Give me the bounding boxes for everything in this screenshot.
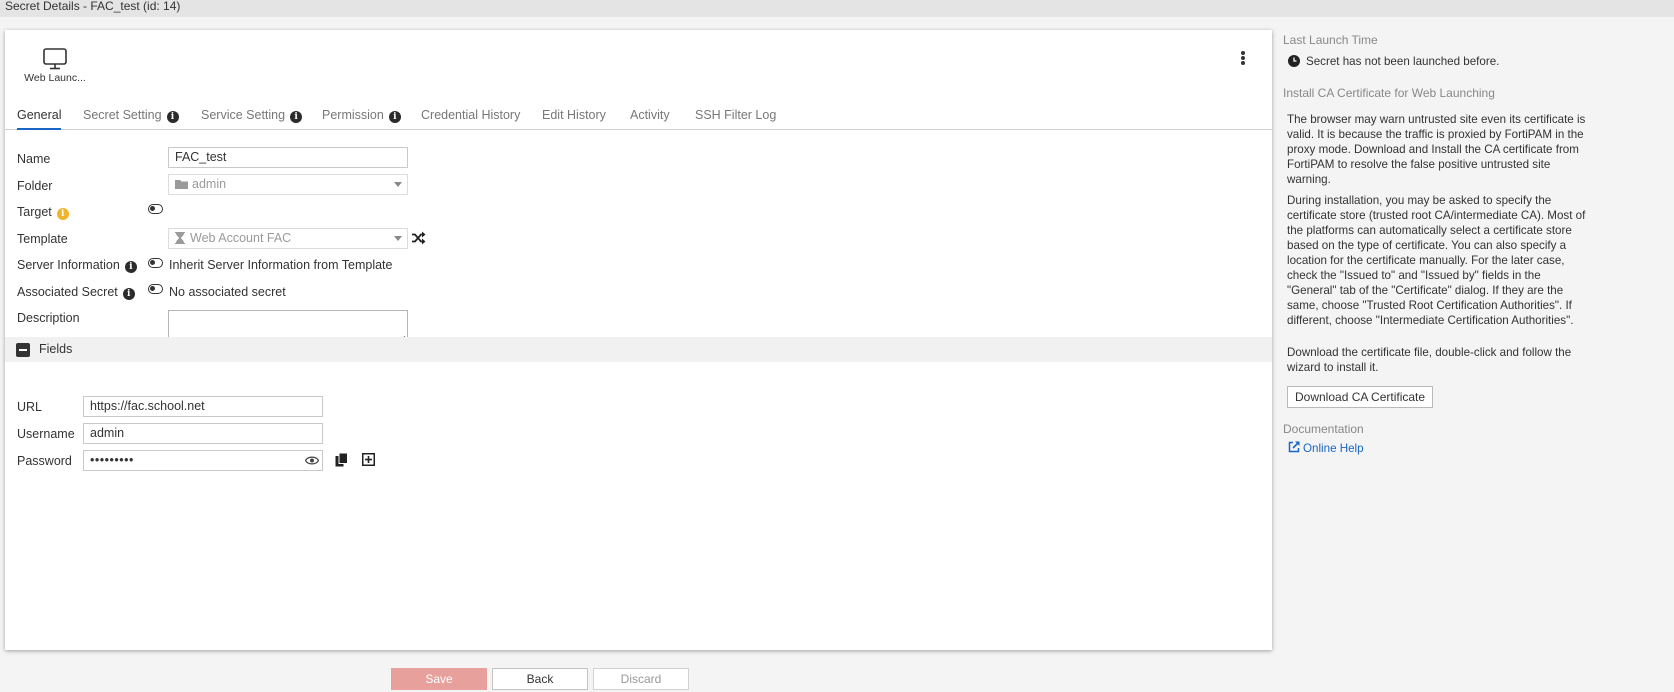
name-label: Name — [17, 152, 51, 166]
tab-general-label: General — [17, 108, 62, 122]
name-input[interactable]: FAC_test — [168, 147, 408, 168]
add-box-icon[interactable] — [362, 453, 375, 466]
monitor-icon — [43, 48, 67, 70]
secret-details-panel: Web Launc... General Secret Setting i Ser… — [5, 30, 1272, 650]
tab-edit-history[interactable]: Edit History — [542, 105, 606, 130]
save-button[interactable]: Save — [391, 668, 487, 690]
last-launch-row: Secret has not been launched before. — [1288, 54, 1499, 69]
server-information-label: Server Information i — [17, 258, 137, 273]
tab-secret-setting-label: Secret Setting — [83, 108, 162, 122]
fields-section-header: Fields — [5, 337, 1272, 362]
documentation-heading: Documentation — [1283, 422, 1364, 436]
tab-secret-setting[interactable]: Secret Setting i — [83, 105, 179, 130]
password-label: Password — [17, 454, 72, 468]
shuffle-icon[interactable] — [412, 231, 426, 245]
target-label-text: Target — [17, 205, 52, 219]
folder-icon — [175, 180, 188, 189]
ca-paragraph-2: During installation, you may be asked to… — [1287, 194, 1586, 327]
tab-activity[interactable]: Activity — [630, 105, 670, 130]
last-launch-heading: Last Launch Time — [1283, 33, 1378, 47]
tab-service-setting[interactable]: Service Setting i — [201, 105, 303, 130]
collapse-icon[interactable] — [16, 343, 30, 357]
tab-ssh-filter-log[interactable]: SSH Filter Log — [695, 105, 776, 130]
info-icon: i — [166, 111, 179, 123]
tab-activity-label: Activity — [630, 108, 670, 122]
password-value: ••••••••• — [90, 453, 134, 467]
folder-value: admin — [192, 177, 227, 191]
more-options-icon[interactable] — [1237, 50, 1249, 68]
info-icon: i — [122, 288, 135, 300]
tab-credential-history[interactable]: Credential History — [421, 105, 520, 130]
back-button[interactable]: Back — [492, 668, 588, 690]
copy-icon[interactable] — [335, 453, 348, 467]
password-input[interactable]: ••••••••• — [83, 450, 323, 471]
external-link-icon — [1288, 441, 1300, 453]
server-information-text: Inherit Server Information from Template — [169, 258, 393, 272]
online-help-link[interactable]: Online Help — [1288, 441, 1364, 456]
eye-icon[interactable] — [305, 456, 319, 465]
info-icon: i — [124, 261, 137, 273]
tab-bar: General Secret Setting i Service Setting i… — [5, 105, 1272, 130]
warning-info-icon: i — [56, 208, 69, 220]
tab-permission-label: Permission — [322, 108, 384, 122]
associated-secret-text: No associated secret — [169, 285, 286, 299]
username-input[interactable]: admin — [83, 423, 323, 444]
chevron-down-icon — [394, 236, 402, 241]
associated-secret-label: Associated Secret i — [17, 285, 135, 300]
target-toggle[interactable] — [148, 204, 163, 214]
template-value: Web Account FAC — [190, 231, 292, 245]
discard-button[interactable]: Discard — [593, 668, 689, 690]
info-icon: i — [290, 111, 303, 123]
url-input[interactable]: https://fac.school.net — [83, 396, 323, 417]
associated-secret-toggle[interactable] — [148, 284, 163, 294]
tab-ssh-filter-log-label: SSH Filter Log — [695, 108, 777, 122]
download-ca-certificate-button[interactable]: Download CA Certificate — [1287, 386, 1434, 408]
description-label: Description — [17, 311, 80, 325]
fields-title: Fields — [39, 342, 73, 356]
folder-label: Folder — [17, 179, 53, 193]
clock-icon — [1288, 55, 1300, 67]
server-information-label-text: Server Information — [17, 258, 120, 272]
username-label: Username — [17, 427, 75, 441]
ca-paragraph-1: The browser may warn untrusted site even… — [1287, 113, 1586, 186]
web-launch-label: Web Launc... — [24, 72, 86, 84]
last-launch-text: Secret has not been launched before. — [1306, 55, 1500, 68]
associated-secret-label-text: Associated Secret — [17, 285, 118, 299]
tab-general[interactable]: General — [17, 105, 62, 130]
hourglass-icon — [175, 232, 185, 244]
tab-edit-history-label: Edit History — [542, 108, 606, 122]
tab-credential-history-label: Credential History — [421, 108, 521, 122]
tab-permission[interactable]: Permission i — [322, 105, 401, 130]
folder-select[interactable]: admin — [168, 174, 408, 195]
ca-heading: Install CA Certificate for Web Launching — [1283, 86, 1495, 100]
online-help-text: Online Help — [1303, 442, 1364, 455]
chevron-down-icon — [394, 182, 402, 187]
ca-paragraph-3: Download the certificate file, double-cl… — [1287, 346, 1572, 374]
url-label: URL — [17, 400, 43, 414]
server-information-toggle[interactable] — [148, 258, 163, 268]
info-icon: i — [388, 111, 401, 123]
web-launch-button[interactable]: Web Launc... — [23, 48, 87, 84]
target-label: Target i — [17, 205, 69, 220]
window-title: Secret Details - FAC_test (id: 14) — [0, 0, 1674, 17]
template-label: Template — [17, 232, 68, 246]
template-select[interactable]: Web Account FAC — [168, 228, 408, 249]
tab-service-setting-label: Service Setting — [201, 108, 286, 122]
